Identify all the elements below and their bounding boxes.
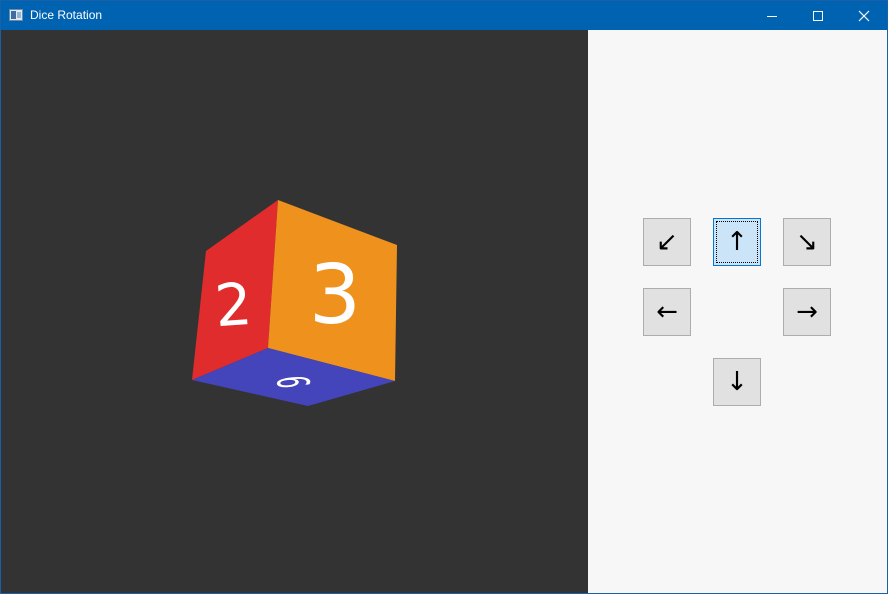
minimize-button[interactable] bbox=[749, 1, 795, 30]
dice-cube: 2 3 6 bbox=[192, 200, 397, 406]
dice-app-icon bbox=[9, 9, 23, 21]
maximize-button[interactable] bbox=[795, 1, 841, 30]
rotate-left-button[interactable]: ← bbox=[643, 288, 691, 336]
arrow-left-icon: ← bbox=[656, 297, 678, 327]
face-label-front: 3 bbox=[309, 248, 361, 343]
title-bar[interactable]: Dice Rotation bbox=[1, 1, 887, 30]
rotation-controls-panel: ↙ ↑ ↘ ← → ↓ bbox=[588, 30, 887, 593]
face-label-left: 2 bbox=[213, 270, 255, 340]
rotate-down-right-button[interactable]: ↘ bbox=[783, 218, 831, 266]
rotate-right-button[interactable]: → bbox=[783, 288, 831, 336]
close-icon bbox=[858, 10, 870, 22]
arrow-down-left-icon: ↙ bbox=[656, 227, 678, 257]
arrow-down-icon: ↓ bbox=[726, 367, 748, 397]
window-title: Dice Rotation bbox=[30, 8, 103, 22]
app-window: Dice Rotation 2 3 6 ↙ ↑ ↘ ← → ↓ bbox=[0, 0, 888, 594]
rotate-down-left-button[interactable]: ↙ bbox=[643, 218, 691, 266]
close-button[interactable] bbox=[841, 1, 887, 30]
minimize-icon bbox=[767, 16, 777, 17]
arrow-down-right-icon: ↘ bbox=[796, 227, 818, 257]
maximize-icon bbox=[813, 11, 823, 21]
arrow-right-icon: → bbox=[796, 297, 818, 327]
arrow-up-icon: ↑ bbox=[726, 227, 748, 257]
rotate-up-button[interactable]: ↑ bbox=[713, 218, 761, 266]
dice-viewport[interactable]: 2 3 6 bbox=[1, 30, 588, 593]
rotate-down-button[interactable]: ↓ bbox=[713, 358, 761, 406]
